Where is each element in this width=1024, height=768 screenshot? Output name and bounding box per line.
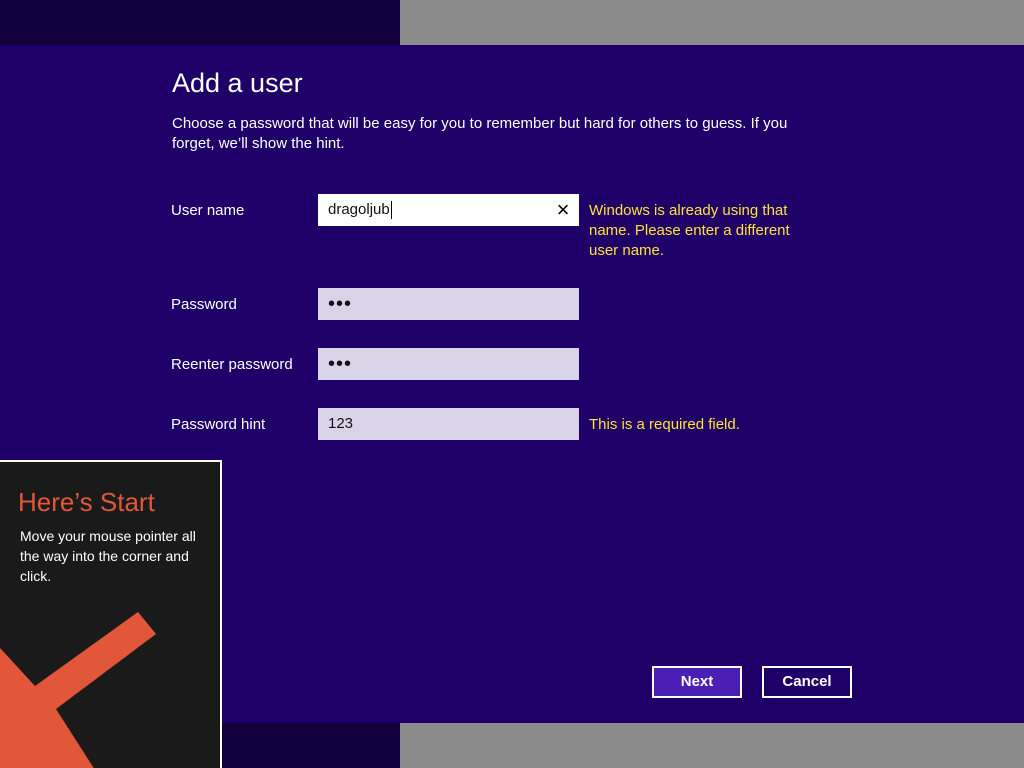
password-input[interactable]: •••: [318, 288, 579, 320]
tip-body: Move your mouse pointer all the way into…: [20, 528, 196, 584]
username-error: Windows is already using that name. Plea…: [589, 202, 790, 259]
text-caret: [390, 201, 392, 220]
cancel-button[interactable]: Cancel: [762, 666, 852, 698]
username-label: User name: [171, 202, 245, 219]
password-hint-error: This is a required field.: [589, 416, 740, 433]
reenter-password-input[interactable]: •••: [318, 348, 579, 380]
password-label: Password: [171, 296, 237, 313]
password-hint-value: 123: [328, 415, 354, 432]
tip-title: Here’s Start: [18, 487, 155, 517]
start-tip-panel: Here’s Start Move your mouse pointer all…: [0, 460, 222, 768]
clear-icon[interactable]: ×: [553, 199, 573, 221]
top-bar-left: [0, 0, 400, 45]
password-hint-label: Password hint: [171, 416, 266, 433]
reenter-password-label: Reenter password: [171, 356, 293, 373]
top-bar-right: [400, 0, 1024, 45]
next-button[interactable]: Next: [652, 666, 742, 698]
reenter-password-value: •••: [328, 353, 353, 375]
page-title: Add a user: [172, 68, 303, 98]
intro-text: Choose a password that will be easy for …: [172, 115, 788, 152]
password-value: •••: [328, 293, 353, 315]
username-input[interactable]: dragoljub ×: [318, 194, 579, 226]
username-value: dragoljub: [328, 201, 390, 218]
password-hint-input[interactable]: 123: [318, 408, 579, 440]
bottom-bar-right: [400, 723, 1024, 768]
